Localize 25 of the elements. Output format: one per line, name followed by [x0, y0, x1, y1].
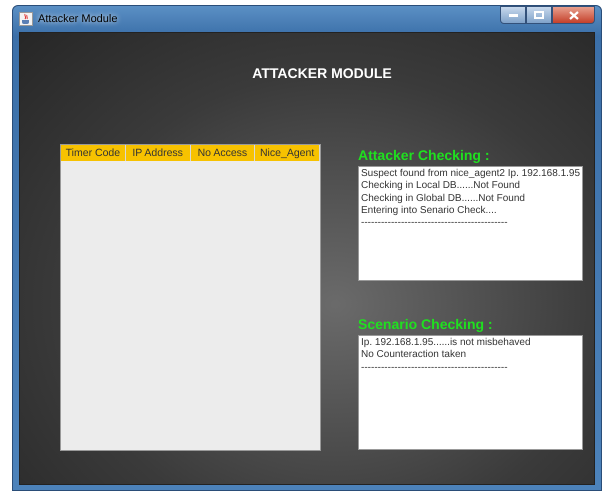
section-label: Scenario Checking : — [358, 315, 494, 334]
log-line: Ip. 192.168.1.95......is not misbehaved — [361, 337, 532, 350]
log-line: -------------------------------------------- — [361, 217, 509, 230]
log-text-area[interactable]: Ip. 192.168.1.95......is not misbehaved No Counteraction taken -------------------------------------------- — [358, 335, 583, 450]
log-line: Checking in Global DB......Not Found — [361, 192, 526, 205]
section-label: Attacker Checking : — [358, 146, 490, 165]
log-line: -------------------------------------------- — [361, 362, 509, 374]
column-header[interactable]: Timer Code — [61, 145, 126, 161]
maximize-icon — [534, 11, 544, 19]
column-header[interactable]: No Access — [190, 145, 256, 161]
log-line: Suspect found from nice_agent2 Ip. 192.168.1.95 — [361, 168, 580, 180]
log-line: No Counteraction taken — [361, 349, 468, 362]
close-icon — [568, 10, 578, 20]
minimize-icon — [508, 14, 518, 16]
java-cup-icon — [19, 12, 33, 26]
module-heading: ATTACKER MODULE — [251, 64, 393, 83]
close-button[interactable] — [552, 6, 595, 24]
log-text-area[interactable]: Suspect found from nice_agent2 Ip. 192.168.1.95 Checking in Local DB......Not Found Checking in Global DB......Not Found Entering into Senario Check.... -------------------------------------------- — [358, 166, 583, 281]
minimize-button[interactable] — [500, 6, 526, 24]
log-line: Checking in Local DB......Not Found — [361, 180, 521, 193]
log-line: Entering into Senario Check.... — [361, 204, 498, 218]
column-header[interactable]: IP Address — [126, 145, 190, 161]
maximize-button[interactable] — [526, 6, 552, 24]
window-title: Attacker Module — [38, 12, 118, 27]
column-header[interactable]: Nice_Agent — [255, 145, 320, 161]
